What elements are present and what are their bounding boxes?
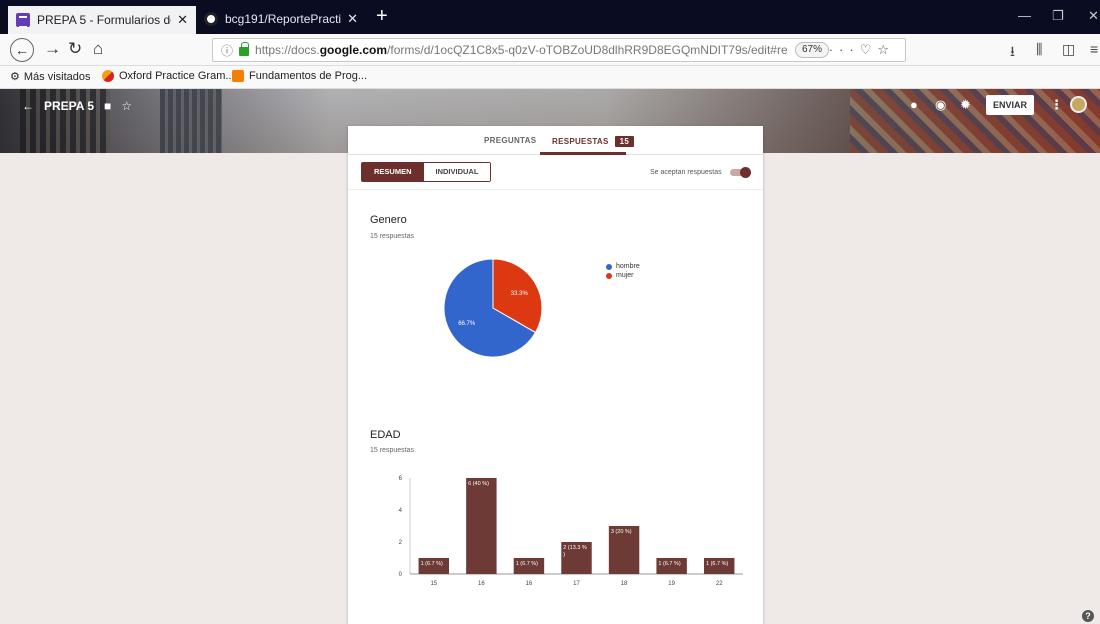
- palette-icon[interactable]: ●: [910, 97, 918, 112]
- legend-item-hombre: hombre: [606, 263, 640, 270]
- back-arrow-icon[interactable]: ←: [22, 99, 34, 113]
- lock-icon: [239, 41, 250, 56]
- info-icon[interactable]: ⓘ: [221, 42, 233, 59]
- back-arrow-icon[interactable]: ←: [10, 38, 34, 62]
- bar-x-tick: 17: [573, 581, 580, 587]
- responses-count-badge: 15: [614, 136, 635, 147]
- browser-tab-bar: PREPA 5 - Formularios de Goog ✕ bcg191/R…: [0, 0, 1100, 34]
- close-tab-icon[interactable]: ✕: [347, 11, 358, 27]
- question-count-genero: 15 respuestas: [370, 233, 414, 240]
- individual-button[interactable]: INDIVIDUAL: [423, 163, 491, 181]
- bar-data-label: 1 (6.7 %): [421, 561, 443, 567]
- question-title-genero: Genero: [370, 214, 407, 226]
- send-button[interactable]: ENVIAR: [986, 95, 1034, 115]
- bar-chart-edad: 0 2 4 6 1 (6.7 %) 15 6 (40 %) 16 1 (6.7 %) 16 2 (1…: [399, 476, 743, 587]
- folder-icon[interactable]: ■: [104, 99, 111, 113]
- help-icon[interactable]: ?: [1082, 610, 1094, 622]
- preview-eye-icon[interactable]: ◉: [935, 97, 946, 113]
- bar-x-tick: 15: [430, 581, 437, 587]
- accepting-responses-toggle[interactable]: [730, 167, 751, 178]
- restore-icon[interactable]: ❐: [1052, 8, 1064, 24]
- pie-chart-genero: 66.7% 33.3%: [443, 258, 543, 358]
- url-text[interactable]: https://docs.google.com/forms/d/1ocQZ1C8…: [255, 43, 787, 57]
- responses-view-bar: RESUMEN INDIVIDUAL Se aceptan respuestas: [348, 156, 763, 190]
- bar-y-tick: 4: [399, 508, 403, 514]
- close-window-icon[interactable]: ✕: [1088, 8, 1099, 24]
- sidebar-icon[interactable]: ◫: [1062, 41, 1075, 58]
- header-image-tower: [160, 89, 222, 153]
- summary-button[interactable]: RESUMEN: [362, 163, 424, 181]
- new-tab-button[interactable]: +: [376, 5, 388, 28]
- close-tab-icon[interactable]: ✕: [177, 12, 188, 28]
- star-icon[interactable]: ☆: [121, 99, 132, 113]
- bar-1: [466, 478, 497, 574]
- home-icon[interactable]: ⌂: [93, 39, 103, 59]
- more-vert-icon[interactable]: ⋮: [1050, 97, 1063, 113]
- gear-icon: ⚙: [10, 71, 20, 83]
- view-segment: RESUMEN INDIVIDUAL: [361, 162, 492, 182]
- forms-header-left: ← PREPA 5 ■ ☆: [22, 99, 142, 113]
- bookmark-fundamentos[interactable]: Fundamentos de Prog...: [232, 70, 367, 82]
- legend-swatch-mujer: [606, 272, 612, 279]
- tab-indicator: [540, 152, 626, 155]
- legend-swatch-hombre: [606, 263, 612, 270]
- bar-x-tick: 22: [716, 581, 723, 587]
- browser-nav-bar: ← → ↻ ⌂ ⓘ https://docs.google.com/forms/…: [0, 34, 1100, 66]
- bar-data-label: 1 (6.7 %): [658, 561, 680, 567]
- bookmarks-bar: ⚙ Más visitados Oxford Practice Gram... …: [0, 66, 1100, 89]
- bar-y-tick: 6: [399, 476, 403, 482]
- bar-data-label: 1 (6.7 %): [516, 561, 538, 567]
- download-icon[interactable]: ⭳: [1010, 41, 1015, 65]
- avatar[interactable]: [1070, 96, 1087, 113]
- pie-legend: hombre mujer: [606, 263, 640, 281]
- url-bar[interactable]: ⓘ https://docs.google.com/forms/d/1ocQZ1…: [212, 38, 906, 62]
- bar-x-tick: 16: [478, 581, 485, 587]
- bookmark-star-icon[interactable]: ☆: [877, 42, 895, 57]
- blogger-icon: [232, 70, 244, 82]
- bar-y-tick: 0: [399, 572, 403, 578]
- github-icon: [204, 11, 218, 26]
- pie-label-mujer: 33.3%: [511, 291, 529, 297]
- tab-questions[interactable]: PREGUNTAS: [484, 136, 536, 145]
- bar-data-label: 3 (20 %): [611, 529, 632, 535]
- form-tabs: PREGUNTAS RESPUESTAS 15: [348, 126, 763, 155]
- pie-label-hombre: 66.7%: [458, 321, 476, 327]
- bar-x-tick: 16: [526, 581, 533, 587]
- forward-arrow-icon[interactable]: →: [44, 39, 61, 59]
- bookmark-oxford[interactable]: Oxford Practice Gram...: [102, 70, 235, 82]
- google-forms-icon: [16, 13, 30, 28]
- bar-data-label: 1 (6.7 %): [706, 561, 728, 567]
- question-title-edad: EDAD: [370, 429, 401, 441]
- more-actions-icon[interactable]: ···: [829, 42, 860, 57]
- bar-y-tick: 2: [399, 540, 403, 546]
- minimize-icon[interactable]: —: [1018, 8, 1031, 23]
- question-count-edad: 15 respuestas: [370, 447, 414, 454]
- responses-card: PREGUNTAS RESPUESTAS 15 RESUMEN INDIVIDUA…: [348, 126, 763, 624]
- bar-x-tick: 18: [621, 581, 628, 587]
- accepting-responses-label: Se aceptan respuestas: [650, 169, 722, 176]
- settings-gear-icon[interactable]: ✹: [960, 97, 971, 113]
- browser-tab-forms[interactable]: PREPA 5 - Formularios de Goog ✕: [8, 6, 196, 34]
- tab-title: PREPA 5 - Formularios de Goog: [37, 13, 171, 27]
- library-icon[interactable]: ⫼: [1036, 41, 1042, 58]
- tab-responses[interactable]: RESPUESTAS 15: [552, 136, 635, 147]
- oxford-icon: [102, 70, 114, 82]
- reload-icon[interactable]: ↻: [68, 39, 82, 59]
- bar-data-label: ): [563, 552, 565, 558]
- menu-icon[interactable]: ≡: [1090, 41, 1098, 57]
- legend-item-mujer: mujer: [606, 272, 640, 279]
- bar-data-label: 6 (40 %): [468, 481, 489, 487]
- form-title: PREPA 5: [44, 99, 95, 113]
- page-actions[interactable]: ···♡☆: [829, 42, 895, 58]
- zoom-level[interactable]: 67%: [795, 42, 830, 58]
- pocket-icon[interactable]: ♡: [860, 42, 878, 57]
- bar-data-label: 2 (13.3 %: [563, 545, 587, 551]
- bar-x-tick: 19: [668, 581, 675, 587]
- browser-tab-github[interactable]: bcg191/ReportePractica1FP3Be ✕: [196, 3, 366, 34]
- tab-title: bcg191/ReportePractica1FP3Be: [225, 11, 342, 26]
- bookmark-most-visited[interactable]: ⚙ Más visitados: [10, 70, 91, 84]
